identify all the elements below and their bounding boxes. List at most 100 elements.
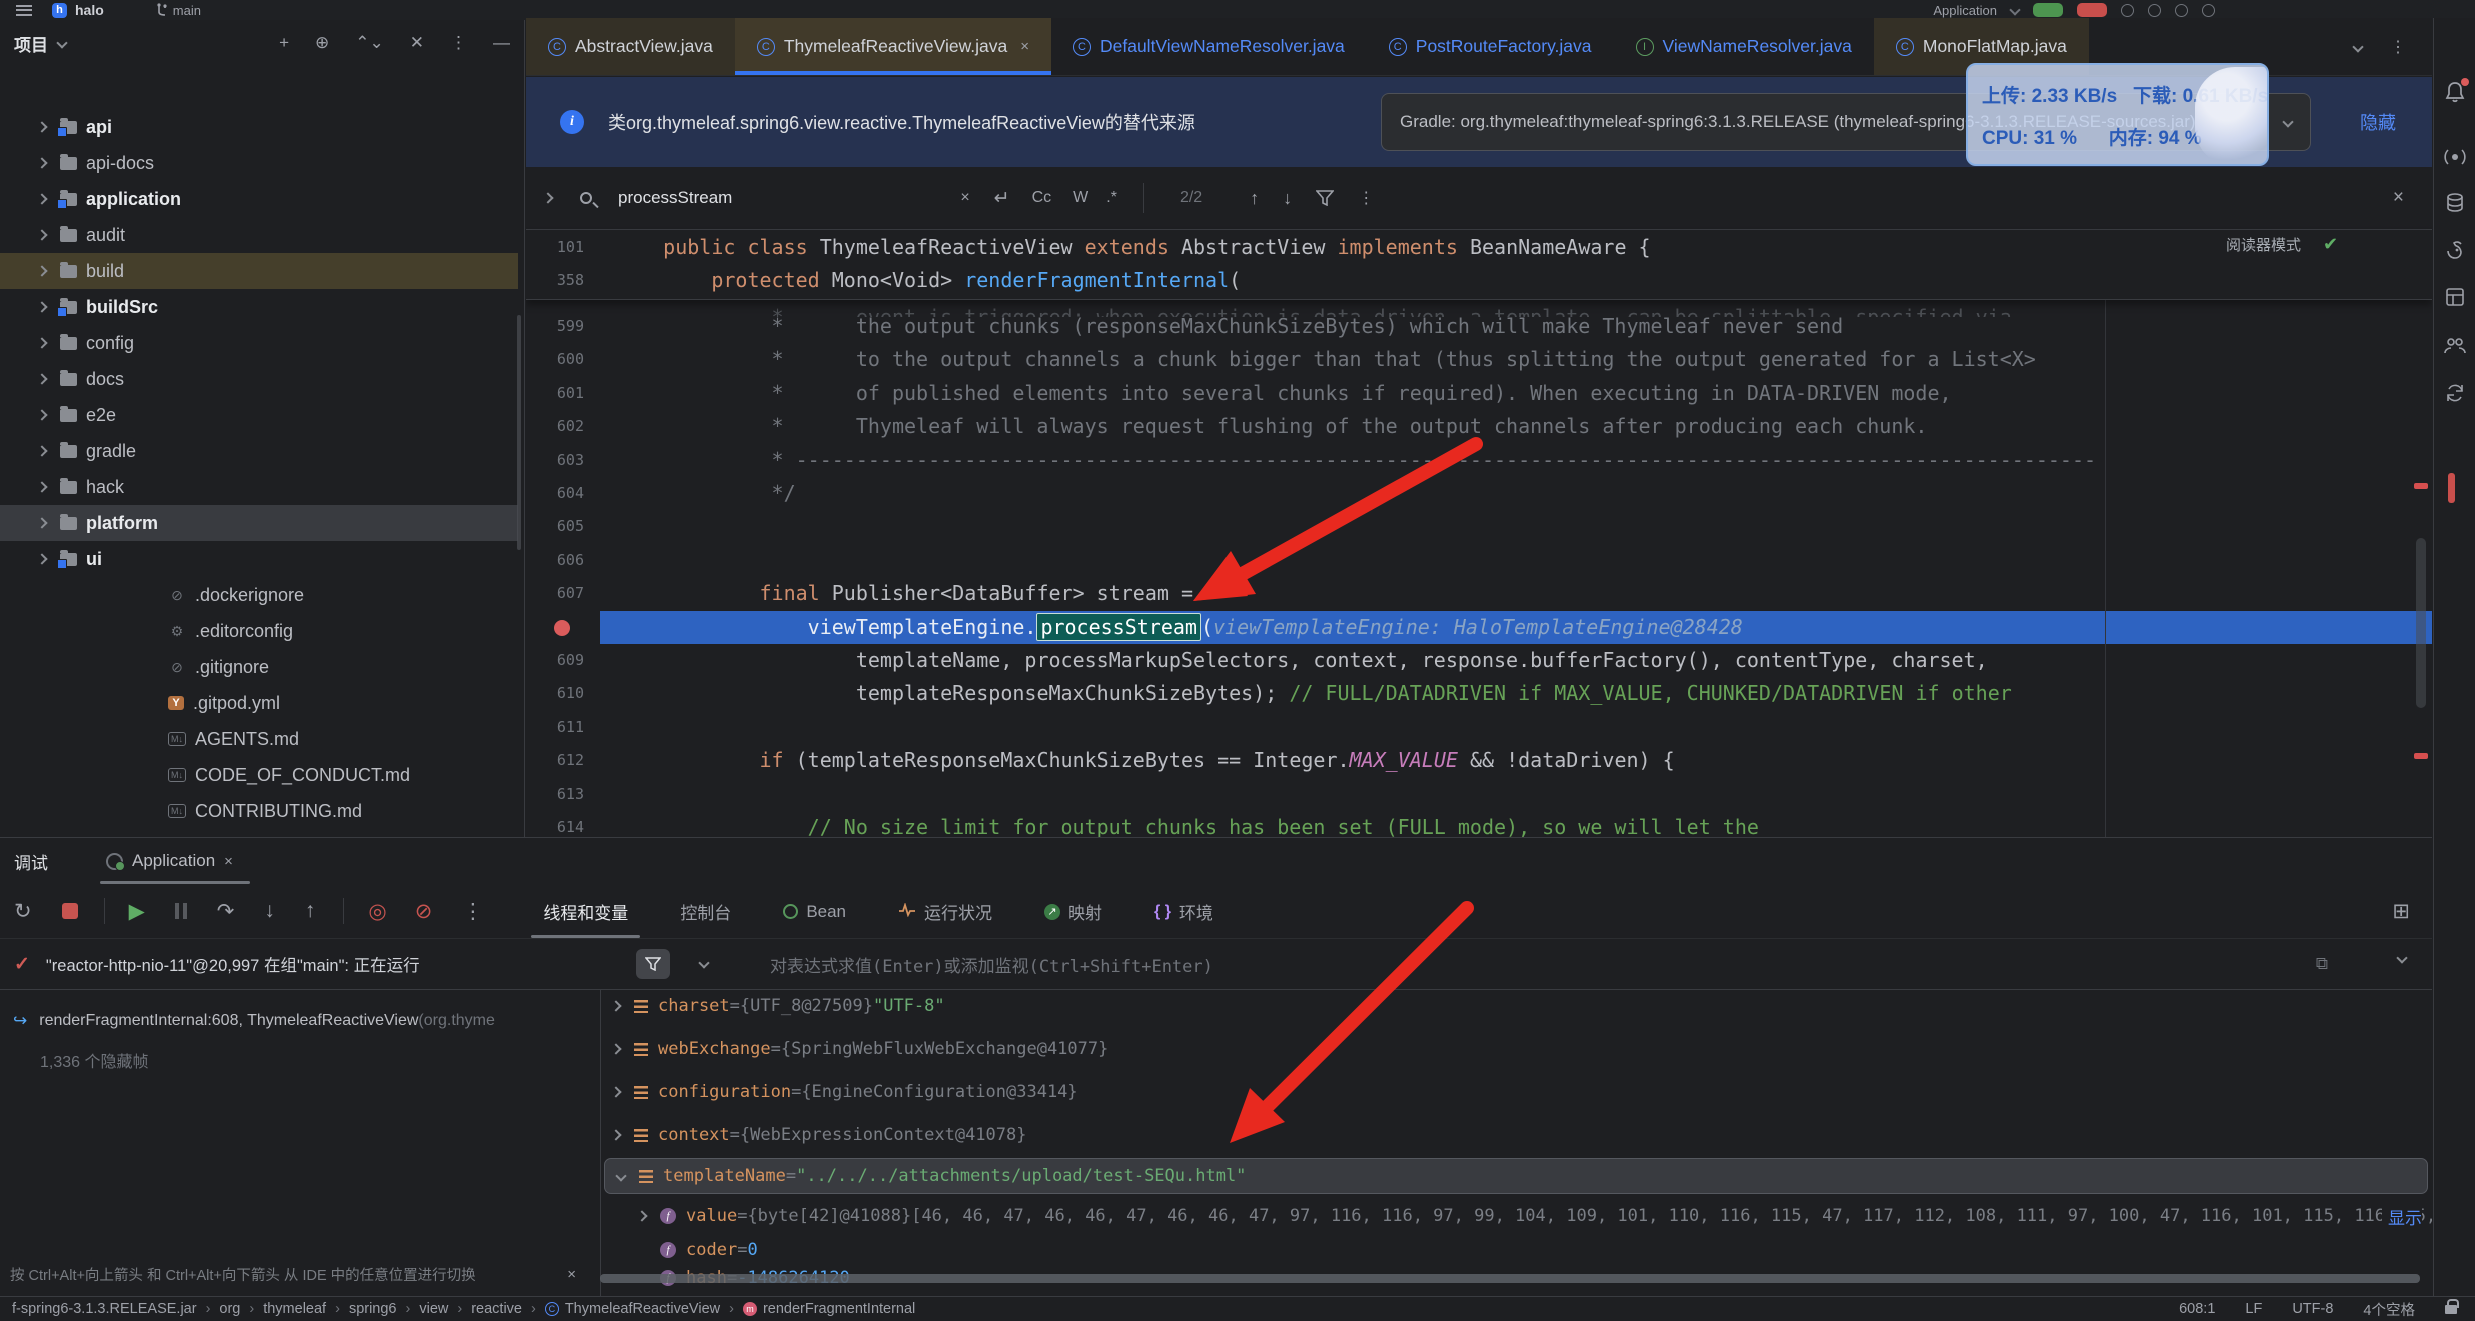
- ai-assistant-icon[interactable]: [2444, 146, 2466, 173]
- locate-file-icon[interactable]: ⊕: [315, 33, 329, 53]
- thread-dropdown-chevron-icon[interactable]: [698, 957, 709, 968]
- find-options-icon[interactable]: ⋮: [1358, 188, 1374, 208]
- tree-item-api-docs[interactable]: api-docs: [0, 145, 518, 181]
- hidden-frames-item[interactable]: 1,336 个隐藏帧: [0, 1041, 600, 1079]
- debug-tab-6[interactable]: { }环境: [1154, 884, 1213, 938]
- view-breakpoints-icon[interactable]: ◎: [368, 899, 386, 924]
- newline-icon[interactable]: ↵: [994, 187, 1010, 210]
- project-view-chevron-icon[interactable]: [56, 37, 67, 48]
- tab-PostRouteFactory-java[interactable]: CPostRouteFactory.java: [1367, 18, 1614, 75]
- tree-item-api[interactable]: api: [0, 109, 518, 145]
- debug-panel-title[interactable]: 调试: [14, 849, 48, 874]
- tree-item-config[interactable]: config: [0, 325, 518, 361]
- breadcrumb-item[interactable]: spring6: [349, 1301, 397, 1317]
- tree-chevron-icon[interactable]: [36, 409, 47, 420]
- find-expand-chevron-icon[interactable]: [542, 192, 553, 203]
- tree-item-build[interactable]: build: [0, 253, 518, 289]
- stop-debug-icon[interactable]: [62, 903, 78, 919]
- tree-item-contributing.md[interactable]: M↓CONTRIBUTING.md: [0, 793, 518, 829]
- variable-chevron-icon[interactable]: [615, 1170, 626, 1181]
- tree-chevron-icon[interactable]: [36, 301, 47, 312]
- tree-item-code_of_conduct.md[interactable]: M↓CODE_OF_CONDUCT.md: [0, 757, 518, 793]
- help-icon[interactable]: [2121, 4, 2134, 17]
- tree-chevron-icon[interactable]: [36, 337, 47, 348]
- stop-button[interactable]: [2077, 3, 2107, 17]
- whole-words-toggle[interactable]: W: [1073, 189, 1088, 207]
- variable-row-templateName[interactable]: templateName = "../../../attachments/upl…: [604, 1158, 2428, 1194]
- breadcrumb-item[interactable]: f-spring6-3.1.3.RELEASE.jar: [12, 1301, 197, 1317]
- tree-item-application[interactable]: application: [0, 181, 518, 217]
- build-panel-icon[interactable]: [2444, 286, 2466, 313]
- close-tab-icon[interactable]: ×: [1020, 38, 1029, 55]
- mute-breakpoints-icon[interactable]: ⊘: [415, 899, 433, 924]
- tree-chevron-icon[interactable]: [36, 445, 47, 456]
- notifications-icon[interactable]: [2444, 80, 2466, 109]
- tab-AbstractView-java[interactable]: CAbstractView.java: [526, 18, 735, 75]
- breadcrumb-item[interactable]: CThymeleafReactiveView: [545, 1301, 720, 1317]
- tree-chevron-icon[interactable]: [36, 121, 47, 132]
- variable-chevron-icon[interactable]: [610, 1086, 621, 1097]
- tree-item-docs[interactable]: docs: [0, 361, 518, 397]
- variable-row-configuration[interactable]: configuration = {EngineConfiguration@334…: [600, 1074, 2432, 1110]
- project-panel-title[interactable]: 项目: [14, 31, 48, 56]
- hide-panel-icon[interactable]: —: [493, 33, 510, 53]
- tab-list-chevron-icon[interactable]: [2352, 41, 2363, 52]
- variable-row-webExchange[interactable]: webExchange = {SpringWebFluxWebExchange@…: [600, 1031, 2432, 1067]
- tree-item-ui[interactable]: ui: [0, 541, 518, 577]
- tree-chevron-icon[interactable]: [36, 553, 47, 564]
- run-button[interactable]: [2033, 3, 2063, 17]
- collaboration-icon[interactable]: [2443, 334, 2467, 361]
- step-into-icon[interactable]: ↓: [264, 899, 275, 923]
- debug-tab-3[interactable]: Bean: [783, 884, 846, 938]
- debug-options-icon[interactable]: ⋮: [462, 899, 483, 924]
- filter-results-icon[interactable]: [1316, 190, 1334, 206]
- variable-chevron-icon[interactable]: [610, 1000, 621, 1011]
- breadcrumb-item[interactable]: org: [219, 1301, 240, 1317]
- debug-tab-1[interactable]: 线程和变量: [543, 884, 628, 938]
- breakpoint-icon[interactable]: [554, 620, 570, 636]
- tree-chevron-icon[interactable]: [36, 229, 47, 240]
- tree-item-audit[interactable]: audit: [0, 217, 518, 253]
- tree-item-platform[interactable]: platform: [0, 505, 518, 541]
- tree-item-agents.md[interactable]: M↓AGENTS.md: [0, 721, 518, 757]
- resume-icon[interactable]: ▶: [129, 899, 145, 924]
- database-icon[interactable]: [2444, 192, 2466, 219]
- close-tip-icon[interactable]: ×: [567, 1266, 576, 1283]
- close-find-icon[interactable]: ×: [2393, 187, 2404, 209]
- variable-chevron-icon[interactable]: [610, 1043, 621, 1054]
- main-menu-icon[interactable]: [16, 5, 32, 16]
- debug-tab-5[interactable]: ↗映射: [1044, 884, 1102, 938]
- watch-collapse-chevron-icon[interactable]: [2396, 952, 2407, 963]
- indent-setting[interactable]: 4个空格: [2363, 1299, 2415, 1320]
- breadcrumb-item[interactable]: mrenderFragmentInternal: [743, 1301, 915, 1317]
- variable-chevron-icon[interactable]: [636, 1210, 647, 1221]
- tree-chevron-icon[interactable]: [36, 481, 47, 492]
- variable-row-charset[interactable]: charset = {UTF_8@27509} "UTF-8": [600, 988, 2432, 1024]
- tab-DefaultViewNameResolver-java[interactable]: CDefaultViewNameResolver.java: [1051, 18, 1367, 75]
- tree-item-.gitpod.yml[interactable]: Y.gitpod.yml: [0, 685, 518, 721]
- prev-match-icon[interactable]: ↑: [1250, 188, 1259, 209]
- expand-all-icon[interactable]: ⌃⌄: [355, 33, 384, 53]
- ai-icon[interactable]: [2148, 4, 2161, 17]
- project-scrollbar[interactable]: [517, 315, 521, 550]
- thread-filter-button[interactable]: [636, 949, 670, 979]
- editor-scrollbar[interactable]: [2416, 538, 2426, 708]
- gradle-icon[interactable]: [2444, 239, 2466, 266]
- settings-icon[interactable]: [2202, 4, 2215, 17]
- vcs-branch-widget[interactable]: main: [156, 3, 201, 18]
- tab-ThymeleafReactiveView-java[interactable]: CThymeleafReactiveView.java×: [735, 18, 1051, 75]
- variables-hscrollbar[interactable]: [600, 1274, 2420, 1283]
- collapse-all-icon[interactable]: ✕: [410, 33, 424, 53]
- variable-chevron-icon[interactable]: [610, 1129, 621, 1140]
- search-icon[interactable]: [580, 192, 592, 204]
- watch-settings-icon[interactable]: ⧉: [2316, 954, 2328, 974]
- tree-chevron-icon[interactable]: [36, 193, 47, 204]
- breadcrumb-item[interactable]: view: [419, 1301, 448, 1317]
- tree-chevron-icon[interactable]: [36, 517, 47, 528]
- tree-item-e2e[interactable]: e2e: [0, 397, 518, 433]
- tree-chevron-icon[interactable]: [36, 157, 47, 168]
- regex-toggle[interactable]: .*: [1106, 189, 1117, 207]
- show-value-link[interactable]: 显示: [2382, 1204, 2422, 1229]
- tree-item-gradle[interactable]: gradle: [0, 433, 518, 469]
- tree-item-.gitignore[interactable]: ⊘.gitignore: [0, 649, 518, 685]
